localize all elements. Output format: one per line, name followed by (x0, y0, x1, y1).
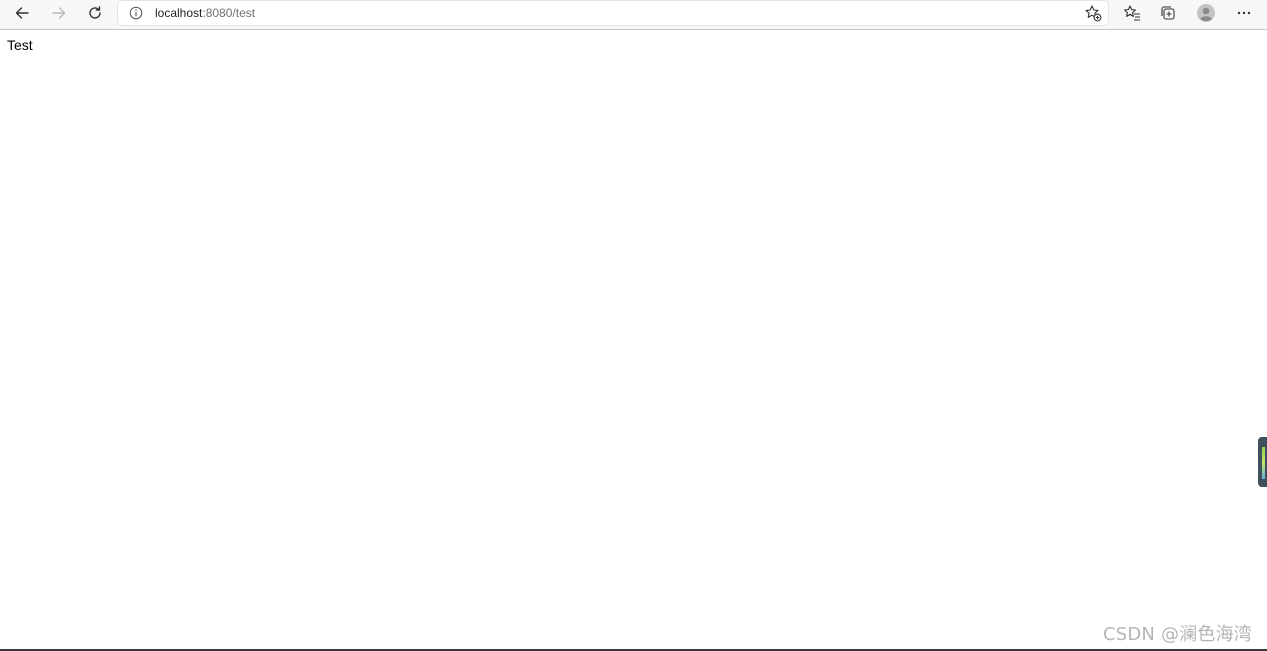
refresh-icon (89, 6, 101, 19)
address-bar[interactable]: localhost:8080/test (118, 1, 1108, 25)
refresh-button[interactable] (82, 2, 108, 24)
profile-button[interactable] (1193, 2, 1219, 24)
browser-toolbar: localhost:8080/test (0, 0, 1267, 30)
page-content-text: Test (7, 37, 33, 53)
sidebar-handle-stripe (1262, 447, 1265, 479)
star-plus-icon[interactable] (1084, 4, 1102, 22)
url-path: :8080/test (202, 6, 256, 20)
favorites-button[interactable] (1119, 2, 1145, 24)
url-host: localhost (155, 6, 203, 20)
info-icon[interactable] (129, 6, 143, 20)
sidebar-handle[interactable] (1258, 437, 1267, 487)
url-text[interactable]: localhost:8080/test (155, 5, 255, 21)
more-dots-icon (1237, 11, 1251, 15)
watermark: CSDN @澜色海湾 (1102, 624, 1252, 645)
collections-button[interactable] (1155, 2, 1181, 24)
arrow-right-icon (52, 7, 66, 19)
back-button[interactable] (9, 2, 35, 24)
menu-button[interactable] (1231, 2, 1257, 24)
forward-button[interactable] (46, 2, 72, 24)
profile-avatar-icon (1197, 4, 1215, 22)
arrow-left-icon (15, 7, 29, 19)
favorites-list-icon (1124, 5, 1140, 21)
collections-icon (1161, 6, 1175, 20)
